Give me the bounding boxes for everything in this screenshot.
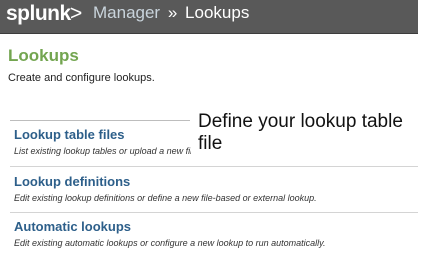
automatic-lookups-description: Edit existing automatic lookups or confi… <box>14 238 326 248</box>
lookup-definitions-description: Edit existing lookup definitions or defi… <box>14 193 317 203</box>
divider <box>10 212 418 213</box>
automatic-lookups-link[interactable]: Automatic lookups <box>14 219 414 234</box>
lookup-definitions-link[interactable]: Lookup definitions <box>14 174 414 189</box>
top-navigation-bar: splunk > Manager » Lookups <box>0 0 418 34</box>
breadcrumb-manager-link[interactable]: Manager <box>93 3 160 22</box>
automatic-lookups-entry: Automatic lookups Edit existing automati… <box>14 219 414 248</box>
divider <box>10 166 418 167</box>
lookup-definitions-entry: Lookup definitions Edit existing lookup … <box>14 174 414 203</box>
breadcrumb-current: Lookups <box>185 3 250 22</box>
splunk-logo[interactable]: splunk <box>6 2 71 26</box>
page-subtitle: Create and configure lookups. <box>8 72 155 84</box>
logo-chevron-icon: > <box>70 2 83 25</box>
annotation-callout: Define your lookup table file <box>191 111 417 161</box>
divider <box>10 120 190 121</box>
lookup-table-files-description: List existing lookup tables or upload a … <box>14 146 192 156</box>
page-title: Lookups <box>8 46 79 65</box>
breadcrumb: Manager » Lookups <box>93 3 249 23</box>
breadcrumb-separator: » <box>167 3 178 22</box>
